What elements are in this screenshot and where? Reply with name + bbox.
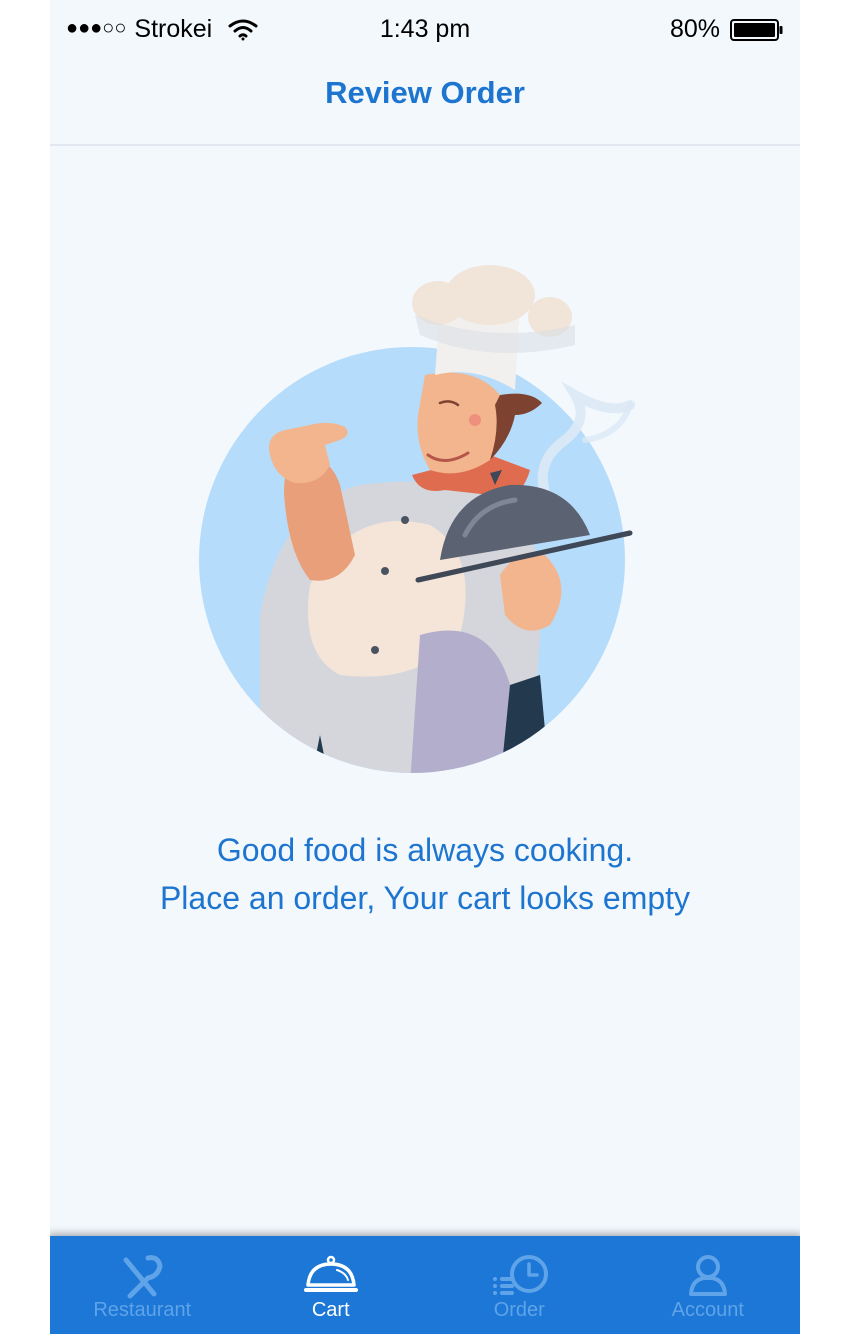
tab-bar: Restaurant Cart Order Account <box>50 1236 800 1334</box>
tab-order[interactable]: Order <box>425 1236 614 1334</box>
empty-cart-message: Good food is always cooking. Place an or… <box>50 826 800 922</box>
tab-restaurant[interactable]: Restaurant <box>50 1236 237 1334</box>
tab-restaurant-label: Restaurant <box>93 1299 192 1321</box>
navigation-bar: Review Order <box>50 58 800 146</box>
fork-knife-icon <box>123 1255 163 1299</box>
user-icon <box>688 1255 727 1296</box>
tab-account-label: Account <box>671 1299 744 1321</box>
tab-order-label: Order <box>493 1299 545 1321</box>
order-history-icon <box>493 1255 549 1295</box>
page-title: Review Order <box>325 75 525 110</box>
battery-icon <box>730 18 783 41</box>
status-right: 80% <box>670 15 784 44</box>
tab-cart-label: Cart <box>311 1299 350 1321</box>
app-screen: ●●●○○ Strokei 1:43 pm 80% Review Order G… <box>50 0 800 1334</box>
empty-message-line2: Place an order, Your cart looks empty <box>159 880 691 916</box>
empty-message-line1: Good food is always cooking. <box>216 832 634 868</box>
cloche-icon <box>303 1255 358 1292</box>
tab-account[interactable]: Account <box>614 1236 801 1334</box>
battery-percentage: 80% <box>669 15 720 43</box>
tab-cart[interactable]: Cart <box>237 1236 426 1334</box>
status-bar: ●●●○○ Strokei 1:43 pm 80% <box>50 0 800 58</box>
chef-illustration <box>199 265 635 773</box>
